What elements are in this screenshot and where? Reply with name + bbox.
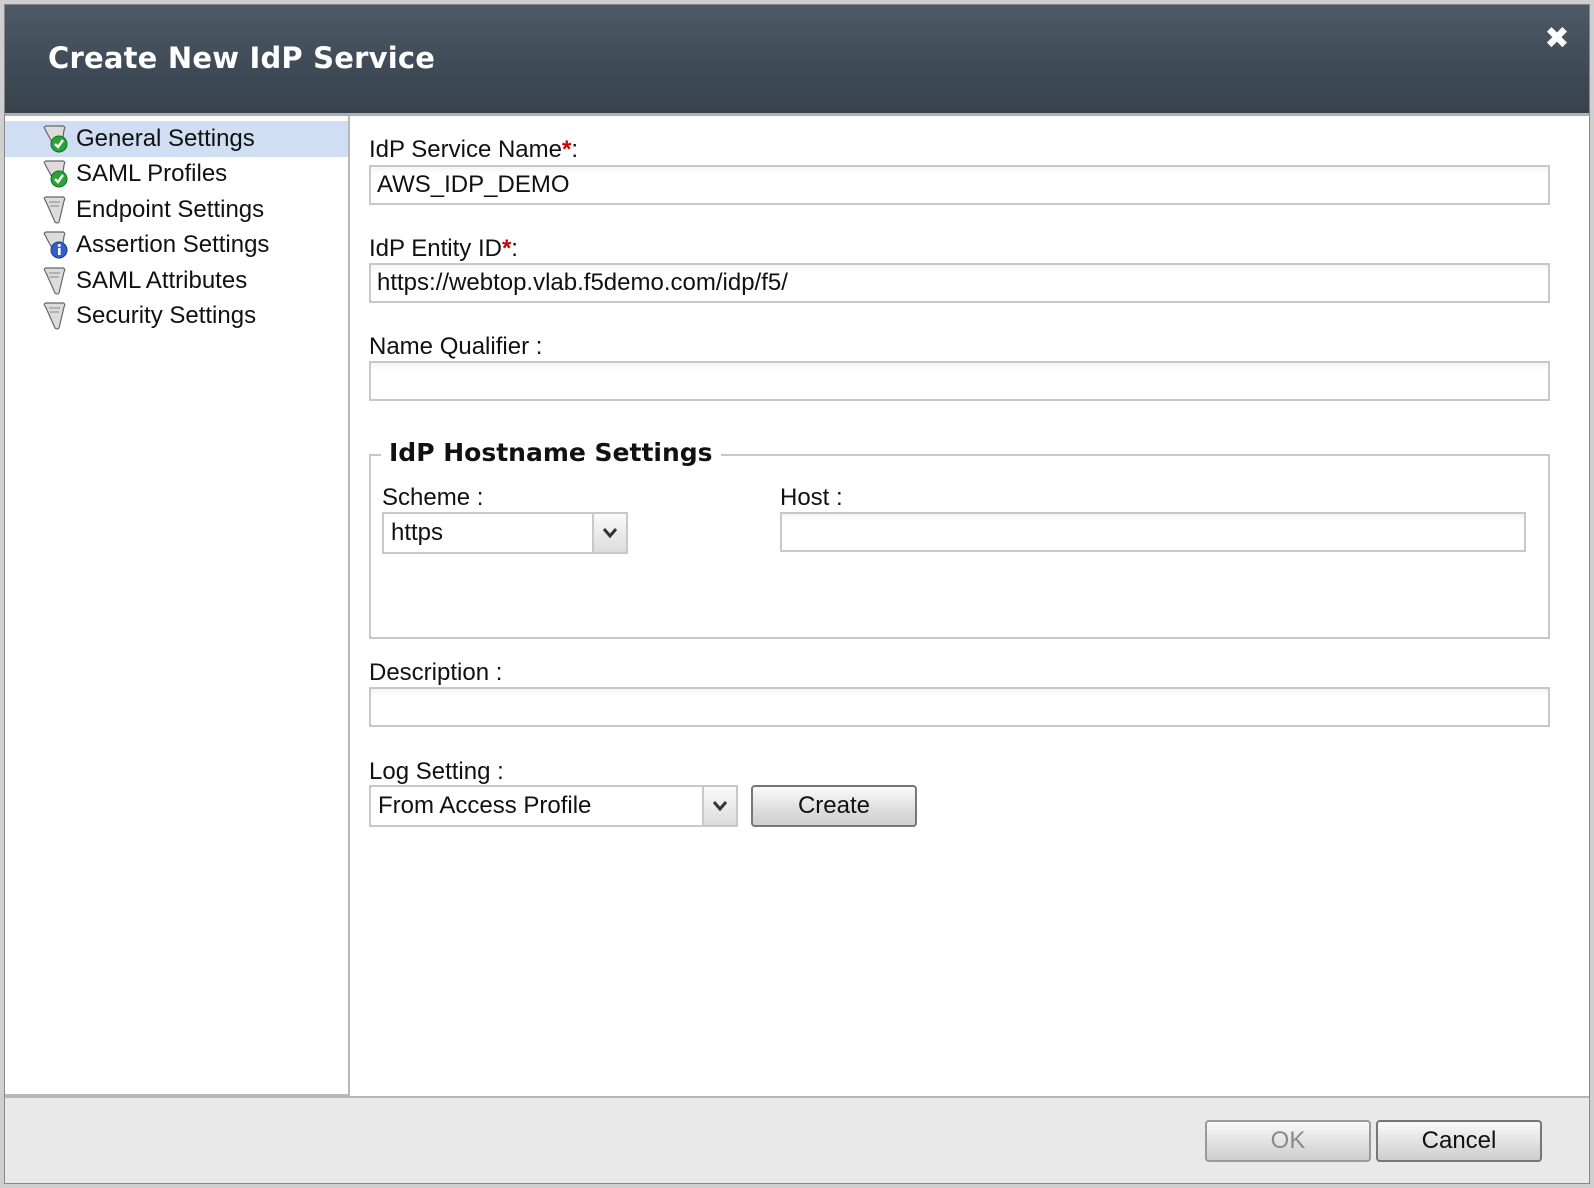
scheme-label: Scheme :: [382, 484, 484, 511]
name-qualifier-field[interactable]: [369, 361, 1550, 401]
scroll-icon: [43, 196, 66, 224]
cancel-button[interactable]: Cancel: [1376, 1120, 1542, 1162]
entity-id-field[interactable]: [369, 263, 1550, 303]
chevron-down-icon[interactable]: [592, 514, 626, 552]
required-mark: *: [501, 235, 512, 262]
scheme-value: https: [391, 519, 444, 546]
dialog-title: Create New IdP Service: [48, 41, 436, 75]
general-settings-form: IdP Service Name*: IdP Entity ID*: Name …: [350, 116, 1589, 1094]
required-mark: *: [561, 136, 572, 163]
description-field[interactable]: [369, 687, 1550, 727]
sidebar-item-assertion-settings[interactable]: Assertion Settings: [5, 228, 348, 264]
scroll-check-icon: [43, 125, 68, 153]
entity-id-label-text: IdP Entity ID: [369, 235, 502, 262]
log-setting-select[interactable]: From Access Profile: [369, 785, 738, 827]
scheme-select[interactable]: https: [382, 512, 628, 554]
hostname-settings-legend: IdP Hostname Settings: [381, 438, 721, 467]
create-idp-service-dialog: Create New IdP Service ✖ General Setting…: [4, 4, 1590, 1184]
ok-button[interactable]: OK: [1205, 1120, 1371, 1162]
sidebar-item-endpoint-settings[interactable]: Endpoint Settings: [5, 192, 348, 228]
label-colon: :: [571, 136, 578, 163]
sidebar-item-label: Assertion Settings: [76, 231, 270, 259]
entity-id-label: IdP Entity ID*:: [369, 235, 518, 263]
service-name-label-text: IdP Service Name: [369, 136, 562, 163]
scroll-icon: [43, 302, 66, 330]
close-icon[interactable]: ✖: [1541, 23, 1573, 55]
description-label: Description :: [369, 659, 503, 686]
scroll-icon: [43, 267, 66, 295]
sidebar-item-label: SAML Profiles: [76, 160, 228, 188]
name-qualifier-label: Name Qualifier :: [369, 333, 543, 360]
sidebar-item-label: SAML Attributes: [76, 266, 248, 294]
dialog-footer: OK Cancel: [5, 1096, 1589, 1183]
host-field[interactable]: [780, 512, 1526, 552]
sidebar-item-label: Endpoint Settings: [76, 195, 265, 223]
sidebar-item-label: Security Settings: [76, 302, 257, 330]
log-setting-label: Log Setting :: [369, 758, 504, 785]
settings-sidebar: General Settings SAML Profiles Endpoint …: [5, 116, 350, 1096]
create-log-setting-button[interactable]: Create: [751, 785, 917, 827]
dialog-titlebar: Create New IdP Service ✖: [5, 5, 1589, 116]
service-name-field[interactable]: [369, 165, 1550, 205]
service-name-label: IdP Service Name*:: [369, 136, 578, 164]
label-colon: :: [511, 235, 518, 262]
chevron-down-icon[interactable]: [702, 787, 736, 825]
scroll-info-icon: [43, 231, 68, 259]
sidebar-item-general-settings[interactable]: General Settings: [5, 121, 348, 157]
log-setting-value: From Access Profile: [378, 792, 592, 819]
sidebar-item-saml-profiles[interactable]: SAML Profiles: [5, 157, 348, 193]
scroll-check-icon: [43, 160, 68, 188]
sidebar-item-label: General Settings: [76, 124, 255, 152]
host-label: Host :: [780, 484, 843, 511]
sidebar-item-saml-attributes[interactable]: SAML Attributes: [5, 263, 348, 299]
hostname-settings-group: IdP Hostname Settings Scheme : https Hos…: [369, 438, 1550, 639]
sidebar-item-security-settings[interactable]: Security Settings: [5, 299, 348, 335]
